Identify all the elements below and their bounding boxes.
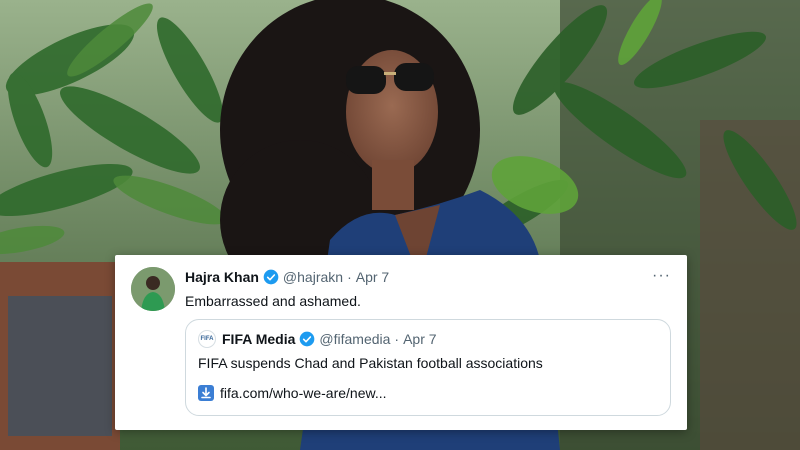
tweet-date[interactable]: Apr 7 bbox=[356, 268, 389, 286]
more-options-icon[interactable]: ··· bbox=[652, 267, 671, 285]
avatar[interactable] bbox=[131, 267, 175, 311]
separator-dot: · bbox=[347, 269, 352, 285]
author-handle[interactable]: @hajrakn bbox=[283, 268, 343, 286]
verified-badge-icon bbox=[300, 331, 315, 347]
quoted-avatar[interactable]: FIFA bbox=[198, 330, 216, 348]
author-name[interactable]: Hajra Khan bbox=[185, 268, 259, 286]
quoted-tweet-date[interactable]: Apr 7 bbox=[403, 330, 436, 348]
quoted-tweet-text: FIFA suspends Chad and Pakistan football… bbox=[198, 355, 543, 371]
separator-dot: · bbox=[394, 331, 400, 347]
quoted-author-handle[interactable]: @fifamedia bbox=[319, 330, 390, 348]
profile-photo-icon bbox=[131, 267, 175, 311]
tweet-header: Hajra Khan @hajrakn · Apr 7 bbox=[185, 268, 389, 286]
download-arrow-icon bbox=[198, 385, 214, 401]
verified-badge-icon bbox=[263, 269, 279, 285]
quoted-link[interactable]: fifa.com/who-we-are/new... bbox=[198, 384, 658, 402]
tweet-text: Embarrassed and ashamed. bbox=[185, 293, 361, 309]
tweet-card[interactable]: Hajra Khan @hajrakn · Apr 7 ··· Embarras… bbox=[115, 255, 687, 430]
link-url[interactable]: fifa.com/who-we-are/new... bbox=[220, 384, 387, 402]
quoted-tweet-header: FIFA FIFA Media @fifamedia · Apr 7 bbox=[198, 330, 658, 348]
quoted-tweet[interactable]: FIFA FIFA Media @fifamedia · Apr 7 FIFA … bbox=[185, 319, 671, 416]
quoted-author-name[interactable]: FIFA Media bbox=[222, 330, 295, 348]
